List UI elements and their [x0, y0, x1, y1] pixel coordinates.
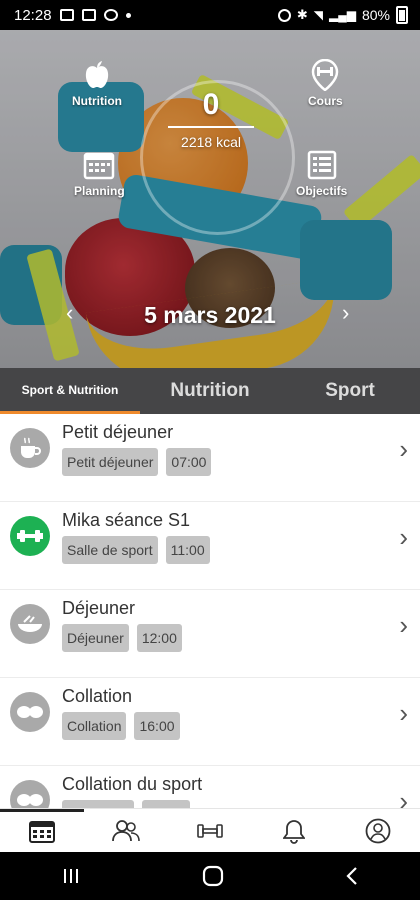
signal-icon: ▂▄▆: [329, 8, 356, 22]
image-icon: [81, 9, 96, 21]
apple-icon: [80, 58, 114, 92]
profile-icon: [365, 818, 391, 843]
tab-sport[interactable]: Sport: [280, 368, 420, 414]
meal-icon: [10, 604, 50, 644]
item-time-chip: 16:00: [134, 712, 180, 740]
nav-training[interactable]: [168, 809, 252, 852]
dumbbell-icon: [10, 516, 50, 556]
nutrition-label: Nutrition: [72, 94, 122, 108]
item-title: Petit déjeuner: [62, 422, 174, 442]
item-title: Déjeuner: [62, 598, 136, 618]
next-day-arrow-icon[interactable]: ›: [342, 300, 349, 326]
system-navigation-bar: [0, 852, 420, 900]
tab-bar: Sport & Nutrition Nutrition Sport: [0, 368, 420, 414]
status-time: 12:28: [14, 6, 52, 24]
chat-icon: [103, 9, 118, 21]
hero-banner: Nutrition Cours 0 2218 kcal Planning Obj…: [0, 30, 420, 368]
item-category-chip: Petit déjeuner: [62, 448, 159, 476]
nav-profile[interactable]: [336, 809, 420, 852]
recent-apps-icon[interactable]: [61, 867, 81, 885]
back-icon[interactable]: [345, 866, 359, 886]
kcal-value: 0: [202, 88, 220, 121]
notification-dot-icon: [125, 12, 131, 18]
objectifs-button[interactable]: Objectifs: [296, 148, 347, 198]
alarm-icon: [277, 8, 291, 22]
snack-icon: [10, 780, 50, 808]
item-category-chip: Collation: [62, 712, 127, 740]
nav-calendar[interactable]: [0, 809, 84, 852]
chevron-right-icon: ›: [399, 522, 408, 552]
battery-percent: 80%: [361, 7, 390, 23]
chevron-right-icon: ›: [399, 698, 408, 728]
cours-label: Cours: [308, 94, 343, 108]
location-dumbbell-icon: [308, 58, 342, 92]
item-category-chip: Déjeuner: [62, 624, 129, 652]
nav-notifications[interactable]: [252, 809, 336, 852]
nutrition-button[interactable]: Nutrition: [72, 58, 122, 108]
planning-label: Planning: [74, 184, 125, 198]
cours-button[interactable]: Cours: [308, 58, 343, 108]
tab-sport-nutrition[interactable]: Sport & Nutrition: [0, 368, 140, 414]
schedule-list: Petit déjeuner Petit déjeuner 07:00 › Mi…: [0, 414, 420, 808]
battery-icon: [396, 6, 408, 24]
item-category-chip: [62, 800, 134, 808]
group-icon: [112, 819, 140, 841]
list-item[interactable]: Collation Collation 16:00 ›: [0, 678, 420, 766]
item-title: Collation: [62, 686, 133, 706]
tab-nutrition[interactable]: Nutrition: [140, 368, 280, 414]
kcal-summary: 0 2218 kcal: [168, 88, 254, 150]
previous-day-arrow-icon[interactable]: ‹: [66, 300, 73, 326]
nav-community[interactable]: [84, 809, 168, 852]
item-title: Collation du sport: [62, 774, 203, 794]
snack-icon: [10, 692, 50, 732]
planning-button[interactable]: Planning: [74, 148, 125, 198]
chevron-right-icon: ›: [399, 434, 408, 464]
gmail-icon: [59, 9, 74, 21]
dumbbell-icon: [197, 823, 223, 838]
bluetooth-icon: ✱: [296, 7, 308, 22]
coffee-icon: [10, 428, 50, 468]
wifi-icon: ◥: [313, 8, 323, 22]
calendar-icon: [82, 148, 116, 182]
item-time-chip: 11:00: [165, 536, 210, 564]
list-item[interactable]: Collation du sport ›: [0, 766, 420, 808]
date-navigator: ‹ 5 mars 2021 ›: [0, 298, 420, 332]
item-category-chip: Salle de sport: [62, 536, 158, 564]
bell-icon: [283, 819, 305, 844]
active-indicator: [0, 809, 84, 812]
current-date: 5 mars 2021: [144, 301, 276, 328]
item-time-chip: [142, 800, 190, 808]
chevron-right-icon: ›: [399, 786, 408, 808]
objectifs-label: Objectifs: [296, 184, 348, 198]
kcal-divider: [168, 126, 254, 128]
list-item[interactable]: Petit déjeuner Petit déjeuner 07:00 ›: [0, 414, 420, 502]
status-bar: 12:28 ✱ ◥ ▂▄▆ 80%: [0, 0, 420, 30]
home-icon[interactable]: [202, 865, 224, 887]
chevron-right-icon: ›: [399, 610, 408, 640]
item-time-chip: 12:00: [136, 624, 182, 652]
kcal-label: 2218 kcal: [181, 134, 241, 150]
item-time-chip: 07:00: [166, 448, 212, 476]
list-item[interactable]: Mika séance S1 Salle de sport 11:00 ›: [0, 502, 420, 590]
item-title: Mika séance S1: [62, 510, 191, 530]
checklist-icon: [305, 148, 339, 182]
list-item[interactable]: Déjeuner Déjeuner 12:00 ›: [0, 590, 420, 678]
bottom-navigation: [0, 808, 420, 852]
calendar-icon: [29, 820, 55, 843]
